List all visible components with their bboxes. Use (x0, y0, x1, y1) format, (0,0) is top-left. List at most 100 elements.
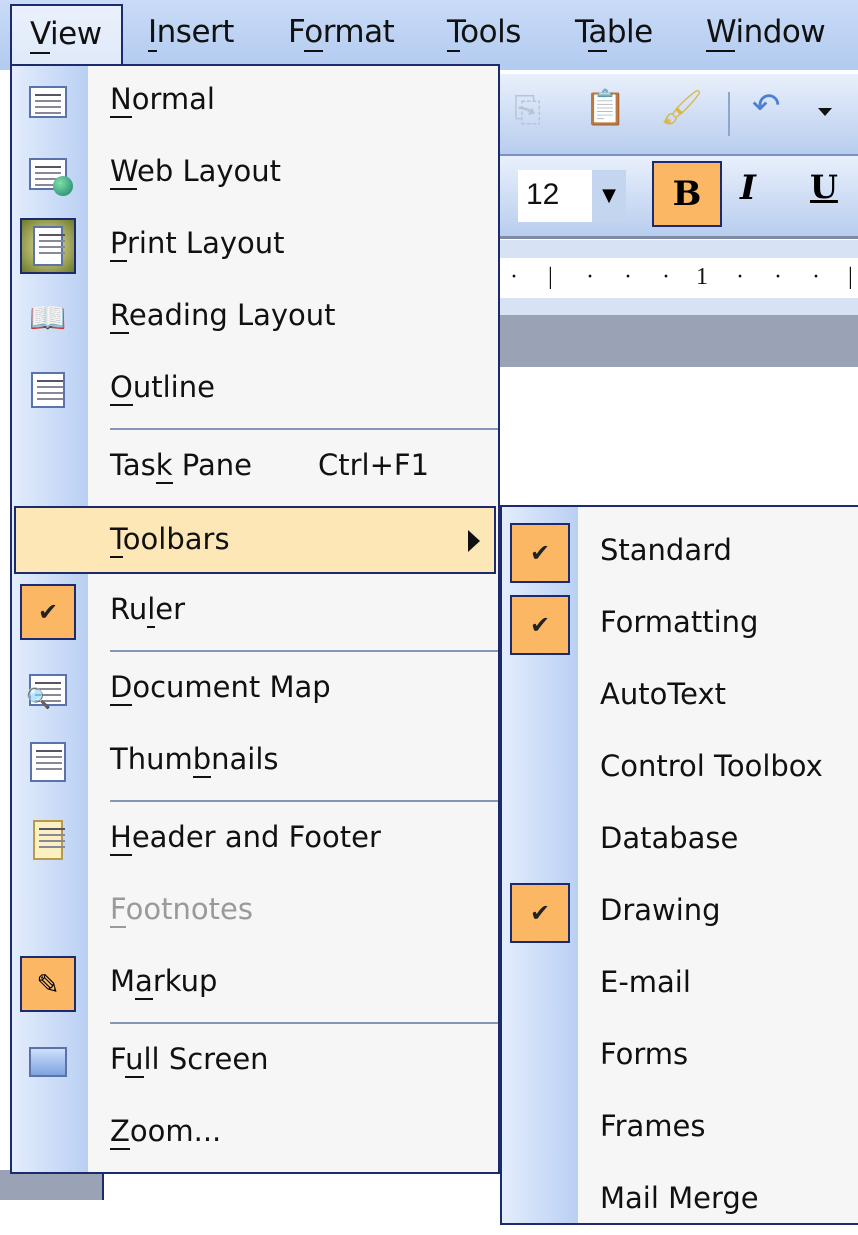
menu-item-full-screen[interactable]: Full Screen (12, 1026, 498, 1098)
menu-bar: View Insert Format Tools Table Window (0, 0, 858, 70)
menu-item-label: Thumbnails (110, 742, 279, 778)
menu-item-header-footer[interactable]: Header and Footer (12, 804, 498, 876)
submenu-item-forms[interactable]: Forms (502, 1019, 858, 1091)
menu-tools[interactable]: Tools (447, 14, 521, 52)
menu-item-label: Normal (110, 82, 215, 118)
document-gray-area-bottom (0, 1170, 102, 1200)
toolbar-separator (728, 92, 730, 136)
view-menu-dropdown: Normal Web Layout Print Layout 📖 Reading… (10, 64, 500, 1174)
menu-item-task-pane[interactable]: Task Pane Ctrl+F1 (12, 432, 498, 504)
menu-item-label: Task Pane (110, 448, 252, 484)
menu-item-toolbars[interactable]: Toolbars (14, 506, 496, 574)
checkmark-icon: ✔ (20, 584, 76, 640)
submenu-item-standard[interactable]: ✔ Standard (502, 515, 858, 587)
ruler-tick: · (662, 264, 670, 290)
menu-table-label: Table (575, 14, 653, 52)
ruler-tick: | (548, 264, 553, 290)
submenu-item-label: Drawing (600, 893, 721, 927)
menu-table[interactable]: Table (575, 14, 653, 52)
menu-format-label: Format (288, 14, 395, 52)
ruler-tick: · (624, 264, 632, 290)
font-size-value: 12 (526, 178, 560, 211)
menu-item-thumbnails[interactable]: Thumbnails (12, 726, 498, 798)
menu-insert-label: Insert (148, 14, 234, 52)
menu-window[interactable]: Window (706, 14, 826, 52)
submenu-item-autotext[interactable]: AutoText (502, 659, 858, 731)
menu-item-label: Outline (110, 370, 215, 406)
menu-view[interactable]: View (10, 4, 123, 66)
header-footer-icon (20, 812, 76, 868)
checkmark-icon: ✔ (510, 523, 570, 583)
menu-item-print-layout[interactable]: Print Layout (12, 210, 498, 282)
submenu-item-label: Database (600, 821, 739, 855)
bold-button[interactable]: B (652, 161, 722, 227)
menu-separator (110, 428, 498, 430)
menu-window-label: Window (706, 14, 826, 52)
chevron-down-icon[interactable]: ▼ (592, 170, 626, 222)
document-gray-area (500, 315, 858, 367)
submenu-arrow-icon (468, 530, 480, 552)
menu-insert[interactable]: Insert (148, 14, 234, 52)
paste-icon[interactable]: 📋 (584, 88, 626, 128)
menu-item-label: Full Screen (110, 1042, 269, 1078)
copy-icon[interactable]: ⎘ (514, 90, 541, 130)
menu-item-label: Document Map (110, 670, 331, 706)
submenu-item-database[interactable]: Database (502, 803, 858, 875)
format-painter-icon[interactable]: 🖌 (660, 88, 703, 128)
full-screen-icon (20, 1034, 76, 1090)
checkmark-icon: ✔ (510, 883, 570, 943)
underline-button[interactable]: U (810, 168, 838, 206)
menu-separator (110, 800, 498, 802)
menu-item-reading-layout[interactable]: 📖 Reading Layout (12, 282, 498, 354)
submenu-item-label: AutoText (600, 677, 726, 711)
menu-item-label: Header and Footer (110, 820, 381, 856)
normal-view-icon (20, 74, 76, 130)
menu-item-normal[interactable]: Normal (12, 66, 498, 138)
menu-item-label: Ruler (110, 592, 186, 628)
undo-dropdown-icon[interactable] (818, 108, 832, 116)
italic-button[interactable]: I (740, 168, 756, 208)
submenu-item-label: E-mail (600, 965, 691, 999)
checkmark-icon: ✔ (510, 595, 570, 655)
print-layout-icon (20, 218, 76, 274)
menu-format[interactable]: Format (288, 14, 395, 52)
menu-item-outline[interactable]: Outline (12, 354, 498, 426)
document-page[interactable] (500, 367, 858, 507)
undo-icon[interactable]: ↶ (752, 86, 781, 126)
submenu-item-label: Forms (600, 1037, 689, 1071)
submenu-item-frames[interactable]: Frames (502, 1091, 858, 1163)
ruler-label: 1 (696, 264, 708, 290)
menu-item-markup[interactable]: ✎ Markup (12, 948, 498, 1020)
menu-tools-label: Tools (447, 14, 521, 52)
submenu-item-label: Frames (600, 1109, 706, 1143)
submenu-item-drawing[interactable]: ✔ Drawing (502, 875, 858, 947)
menu-item-label: Reading Layout (110, 298, 336, 334)
menu-item-footnotes: Footnotes (12, 876, 498, 948)
menu-item-ruler[interactable]: ✔ Ruler (12, 576, 498, 648)
menu-item-web-layout[interactable]: Web Layout (12, 138, 498, 210)
markup-icon: ✎ (20, 956, 76, 1012)
menu-item-label: Web Layout (110, 154, 282, 190)
submenu-item-label: Control Toolbox (600, 749, 823, 783)
submenu-item-label: Formatting (600, 605, 759, 639)
ruler-tick: · (812, 264, 820, 290)
menu-item-label: Print Layout (110, 226, 285, 262)
submenu-item-mail-merge[interactable]: Mail Merge (502, 1163, 858, 1235)
submenu-item-formatting[interactable]: ✔ Formatting (502, 587, 858, 659)
font-size-select[interactable]: 12 ▼ (518, 170, 626, 222)
menu-item-document-map[interactable]: 🔍 Document Map (12, 654, 498, 726)
document-map-icon: 🔍 (20, 662, 76, 718)
submenu-item-e-mail[interactable]: E-mail (502, 947, 858, 1019)
web-layout-icon (20, 146, 76, 202)
menu-item-shortcut: Ctrl+F1 (318, 448, 430, 482)
submenu-item-control-toolbox[interactable]: Control Toolbox (502, 731, 858, 803)
horizontal-ruler[interactable]: · | · · · 1 · · · | (500, 240, 858, 315)
outline-icon (20, 362, 76, 418)
menu-separator (110, 650, 498, 652)
menu-item-label: Zoom... (110, 1114, 222, 1150)
menu-separator (110, 1022, 498, 1024)
menu-item-zoom[interactable]: Zoom... (12, 1098, 498, 1170)
ruler-strip: · | · · · 1 · · · | (500, 258, 858, 298)
menu-item-label: Footnotes (110, 892, 253, 928)
ruler-tick: · (774, 264, 782, 290)
